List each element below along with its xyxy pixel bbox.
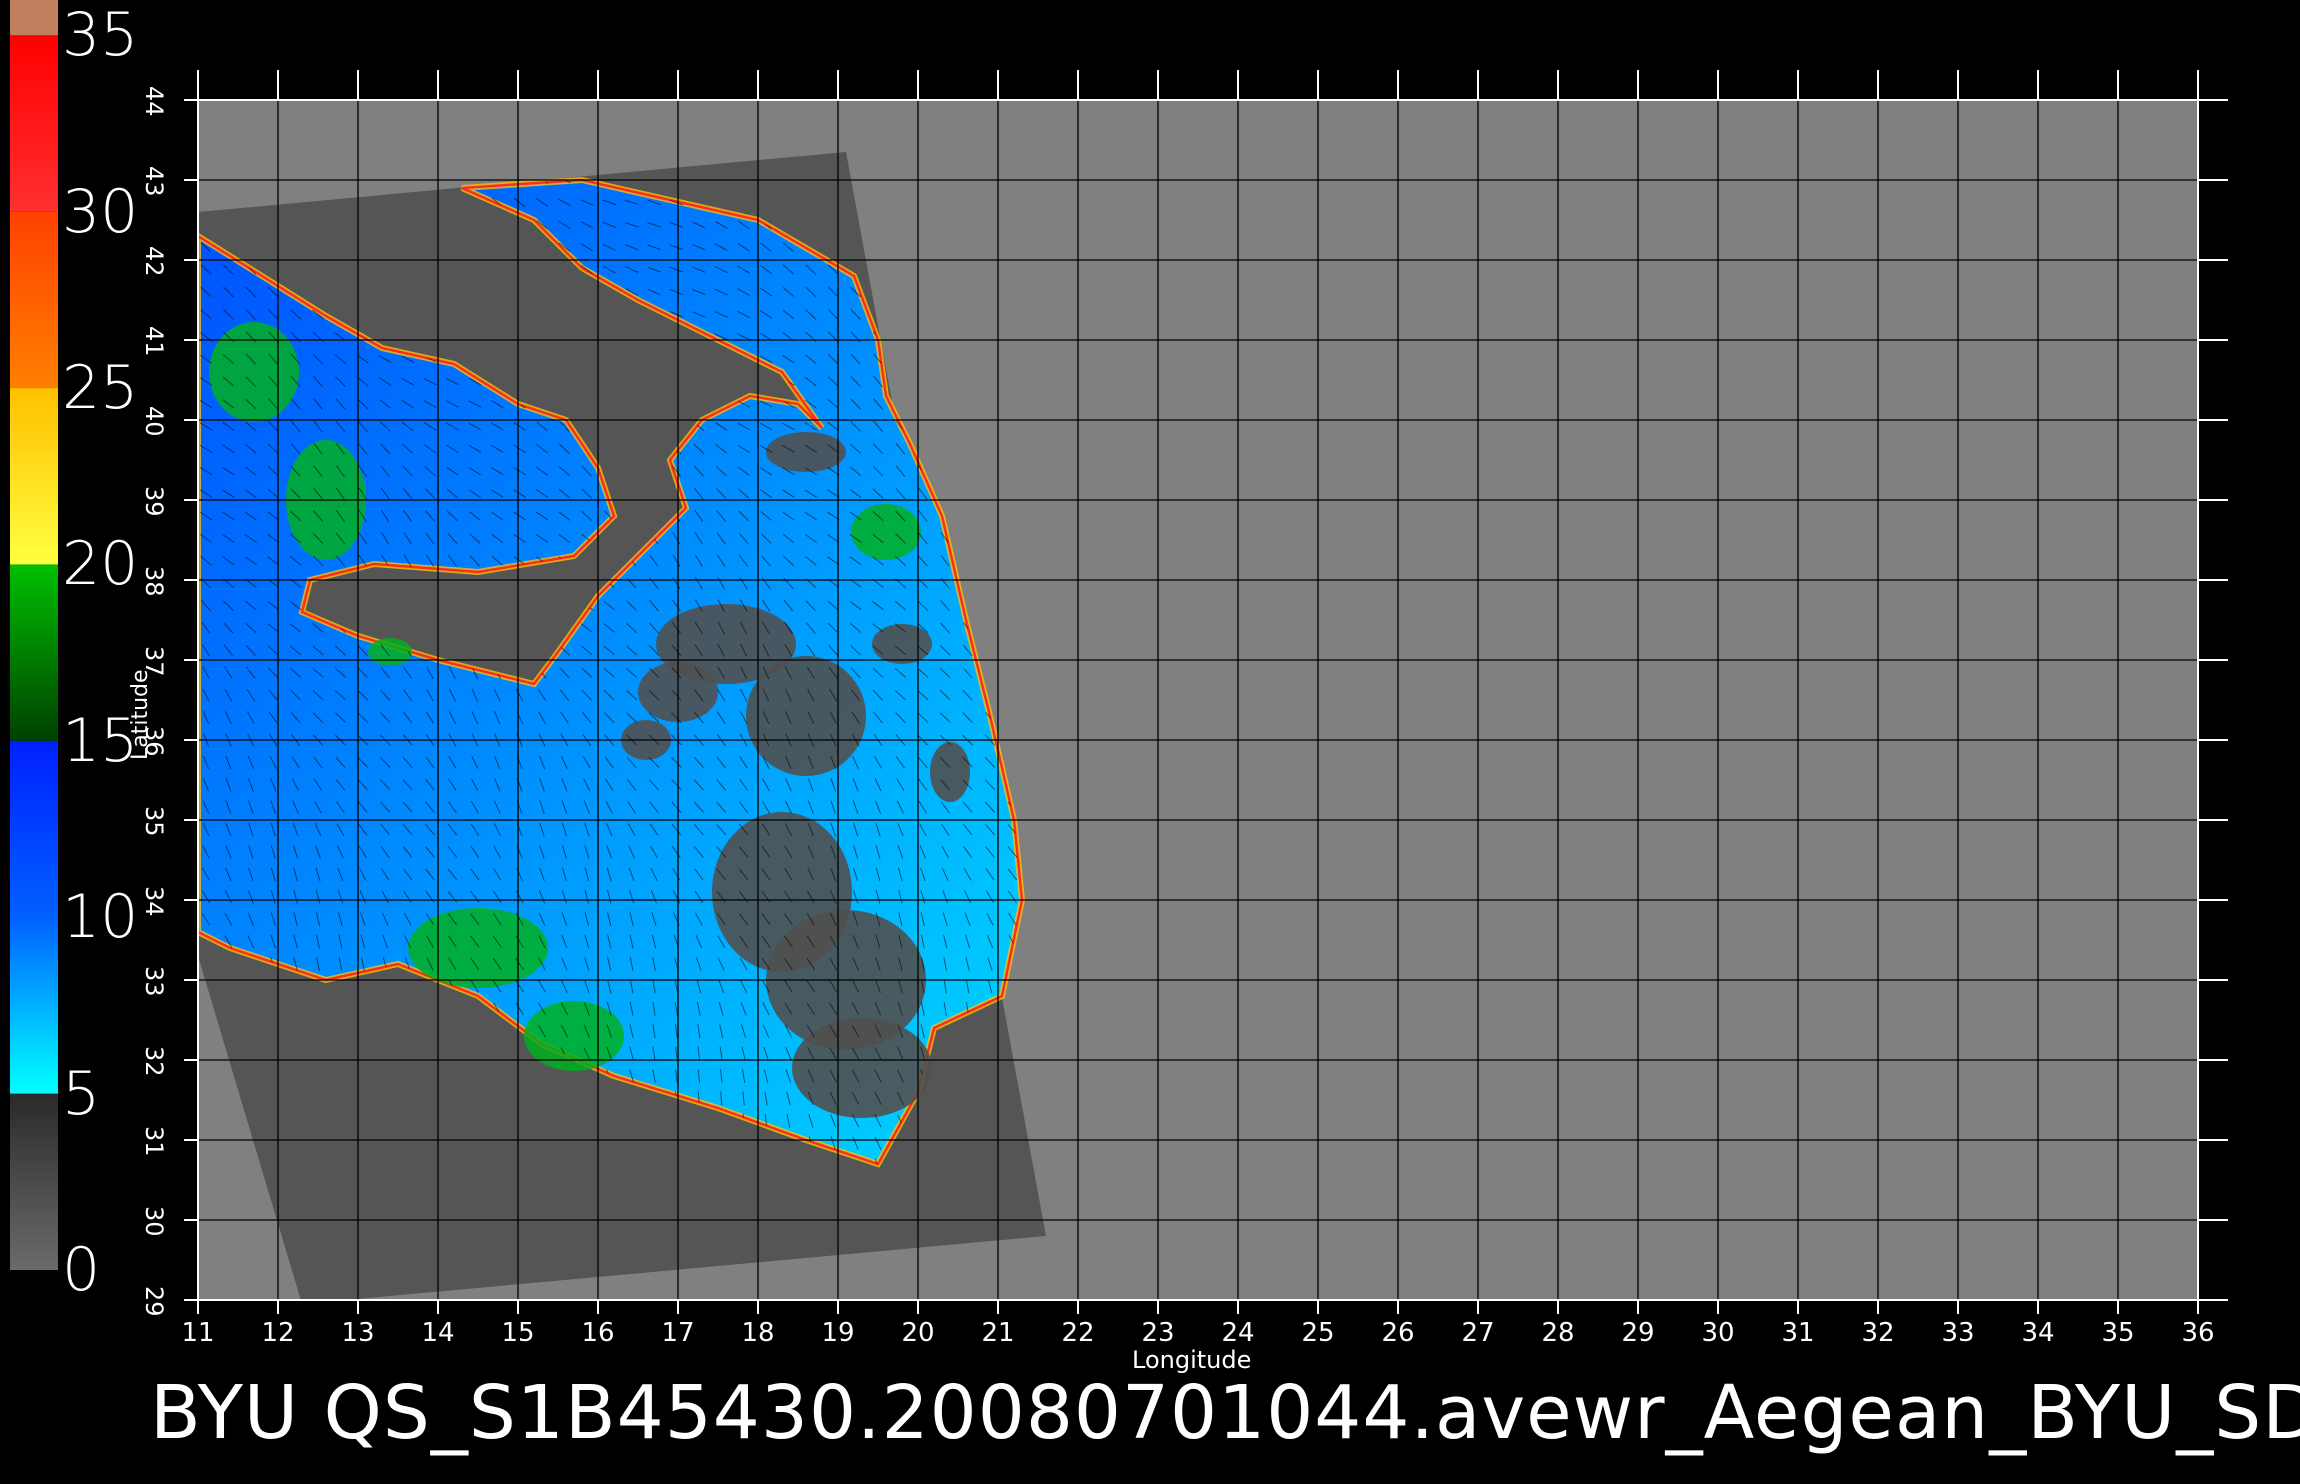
longitude-tick-label: 20: [901, 1318, 935, 1348]
longitude-tick-label: 22: [1061, 1318, 1095, 1348]
longitude-tick-label: 18: [741, 1318, 775, 1348]
green-wind-patch: [368, 638, 412, 666]
image-title: BYU QS_S1B45430.20080701044.avewr_Aegean…: [150, 1370, 2300, 1456]
longitude-tick-label: 29: [1621, 1318, 1655, 1348]
longitude-tick-label: 19: [821, 1318, 855, 1348]
green-wind-patch: [408, 908, 548, 988]
latitude-tick-label: 30: [140, 1206, 168, 1237]
longitude-tick-label: 24: [1221, 1318, 1255, 1348]
colorbar-label: 0: [62, 1235, 101, 1305]
latitude-tick-label: 34: [140, 886, 168, 917]
latitude-tick-label: 35: [140, 806, 168, 837]
latitude-tick-label: 38: [140, 566, 168, 597]
latitude-tick-label: 32: [140, 1046, 168, 1077]
latitude-tick-label: 40: [140, 406, 168, 437]
colorbar-segment: [10, 35, 58, 212]
longitude-tick-label: 28: [1541, 1318, 1575, 1348]
longitude-tick-label: 11: [181, 1318, 215, 1348]
colorbar-segment: [10, 388, 58, 565]
longitude-tick-label: 27: [1461, 1318, 1495, 1348]
latitude-tick-label: 31: [140, 1126, 168, 1157]
colorbar-label: 10: [62, 882, 139, 953]
longitude-tick-label: 21: [981, 1318, 1015, 1348]
longitude-tick-label: 15: [501, 1318, 535, 1348]
latitude-tick-label: 44: [140, 86, 168, 117]
colorbar-segment: [10, 740, 58, 1094]
longitude-tick-label: 30: [1701, 1318, 1735, 1348]
longitude-tick-label: 17: [661, 1318, 695, 1348]
colorbar-label: 15: [62, 705, 139, 776]
latitude-tick-label: 42: [140, 246, 168, 277]
latitude-tick-label: 33: [140, 966, 168, 997]
colorbar-label: 35: [62, 0, 139, 71]
longitude-tick-label: 13: [341, 1318, 375, 1348]
latitude-tick-label: 43: [140, 166, 168, 197]
dark-wind-patch: [930, 742, 970, 802]
colorbar-label: 5: [62, 1058, 101, 1129]
longitude-tick-label: 16: [581, 1318, 615, 1348]
longitude-tick-label: 14: [421, 1318, 455, 1348]
dark-wind-patch: [766, 432, 846, 472]
colorbar-segment: [10, 1093, 58, 1270]
colorbar-label: 20: [62, 529, 139, 600]
colorbar-segment: [10, 564, 58, 741]
latitude-tick-label: 29: [140, 1286, 168, 1317]
longitude-tick-label: 35: [2101, 1318, 2135, 1348]
green-wind-patch: [851, 504, 921, 560]
longitude-tick-label: 23: [1141, 1318, 1175, 1348]
longitude-tick-label: 25: [1301, 1318, 1335, 1348]
y-axis-label: Latitude: [128, 669, 153, 760]
colorbar-segment: [10, 211, 58, 389]
longitude-tick-label: 32: [1861, 1318, 1895, 1348]
colorbar-label: 30: [62, 176, 139, 247]
scatterometer-map-view: 35 30 25 20 15 10 5 0 11 12 13 14 15 16 17 18 19 20 21 22 2…: [0, 0, 2300, 1480]
latitude-tick-label: 39: [140, 486, 168, 517]
map-canvas: [10, 0, 2228, 1314]
longitude-tick-label: 34: [2021, 1318, 2055, 1348]
longitude-tick-label: 33: [1941, 1318, 1975, 1348]
colorbar: [10, 0, 58, 1270]
colorbar-segment: [10, 0, 58, 36]
colorbar-label: 25: [62, 353, 139, 424]
longitude-tick-label: 12: [261, 1318, 295, 1348]
latitude-tick-label: 41: [140, 326, 168, 357]
longitude-tick-label: 36: [2181, 1318, 2215, 1348]
longitude-tick-label: 31: [1781, 1318, 1815, 1348]
longitude-tick-label: 26: [1381, 1318, 1415, 1348]
